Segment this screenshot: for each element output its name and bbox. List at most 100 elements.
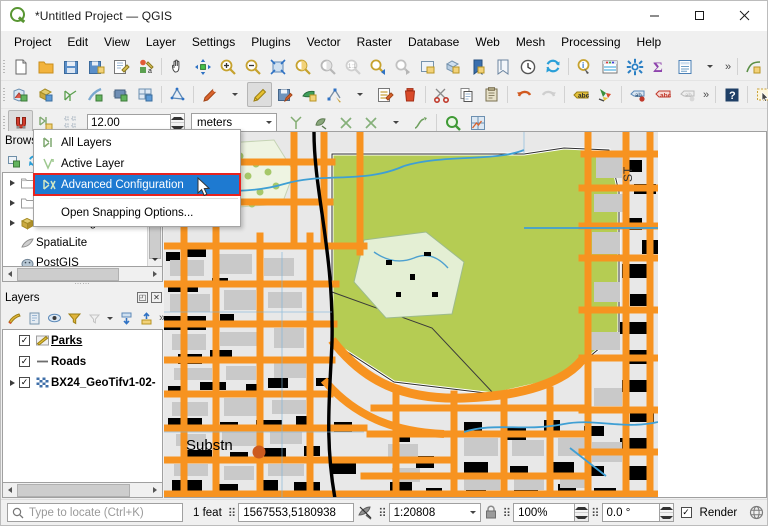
new-3d-map-view-button[interactable] [440, 54, 465, 79]
menu-item-advanced-configuration[interactable]: Advanced Configuration [34, 174, 240, 195]
layer-visibility-checkbox[interactable]: ✓ [19, 335, 30, 346]
zoom-to-layer-button[interactable] [315, 54, 340, 79]
add-selected-layers-button[interactable] [4, 151, 24, 171]
menu-view[interactable]: View [96, 32, 138, 52]
menu-settings[interactable]: Settings [184, 32, 243, 52]
map-canvas-container[interactable]: Substn ST [164, 131, 767, 498]
menu-raster[interactable]: Raster [349, 32, 400, 52]
delete-selected-button[interactable] [397, 82, 422, 107]
copy-features-button[interactable] [454, 82, 479, 107]
magnifier-input[interactable]: 100% [513, 503, 575, 522]
magnifier-stepper[interactable] [575, 503, 589, 522]
zoom-out-button[interactable] [240, 54, 265, 79]
menu-database[interactable]: Database [400, 32, 467, 52]
layer-visibility-checkbox[interactable]: ✓ [19, 377, 30, 388]
close-button[interactable] [722, 1, 767, 30]
filter-legend-expression-button[interactable] [84, 308, 104, 328]
save-project-as-button[interactable] [83, 54, 108, 79]
pan-to-selection-button[interactable] [190, 54, 215, 79]
layer-row-parks[interactable]: ✓ Parks [3, 330, 162, 351]
snapping-mode-dropdown[interactable]: All Layers Active Layer Advanced Configu… [33, 129, 241, 227]
browser-item-spatialite[interactable]: SpatiaLite [3, 233, 162, 253]
browser-item-postgis[interactable]: PostGIS [3, 253, 162, 267]
toggle-editing-button[interactable] [247, 82, 272, 107]
style-manager-button[interactable]: a [133, 54, 158, 79]
rotation-input[interactable]: 0.0 ° [602, 503, 660, 522]
paste-features-button[interactable] [479, 82, 504, 107]
layers-panel-float-button[interactable]: ◰ [137, 292, 148, 303]
open-layer-styling-button[interactable] [4, 308, 24, 328]
save-layer-edits-button[interactable] [272, 82, 297, 107]
field-calculator-dropdown[interactable] [697, 54, 722, 79]
temporal-controller-button[interactable] [515, 54, 540, 79]
modify-attributes-button[interactable] [372, 82, 397, 107]
show-hide-labels-button[interactable]: ab [675, 82, 700, 107]
refresh-button[interactable] [540, 54, 565, 79]
highlight-pinned-labels-button[interactable]: ab [625, 82, 650, 107]
undo-button[interactable] [511, 82, 536, 107]
coordinate-display[interactable]: 1567553,5180938 [238, 503, 354, 522]
menu-item-active-layer[interactable]: Active Layer [34, 153, 240, 174]
show-bookmarks-button[interactable] [465, 54, 490, 79]
menu-item-open-snapping-options[interactable]: Open Snapping Options... [34, 202, 240, 223]
layer-visibility-checkbox[interactable]: ✓ [19, 356, 30, 367]
layers-tree[interactable]: ✓ Parks ✓ Roads [2, 329, 163, 483]
menu-layer[interactable]: Layer [138, 32, 184, 52]
add-mesh-layer-button[interactable] [58, 82, 83, 107]
layer-row-roads[interactable]: ✓ Roads [3, 351, 162, 372]
expander-icon[interactable] [6, 380, 19, 386]
vertex-tool-button[interactable] [322, 82, 347, 107]
toolbar-grip[interactable] [1, 58, 8, 76]
expander-icon[interactable] [6, 180, 19, 186]
add-vector-layer-button[interactable] [8, 82, 33, 107]
scroll-left-button[interactable] [3, 484, 17, 497]
expand-all-button[interactable] [116, 308, 136, 328]
layers-horizontal-scrollbar[interactable] [2, 483, 163, 498]
zoom-native-button[interactable]: 1:1 [340, 54, 365, 79]
label-toolbar-button[interactable]: abc [568, 82, 593, 107]
field-calculator-button[interactable] [672, 54, 697, 79]
menu-web[interactable]: Web [467, 32, 507, 52]
scroll-track[interactable] [17, 268, 148, 281]
globe-icon[interactable] [749, 505, 764, 520]
menu-mesh[interactable]: Mesh [508, 32, 553, 52]
scroll-left-button[interactable] [3, 268, 17, 281]
toolbar-grip-2[interactable] [1, 86, 8, 104]
open-attribute-table-button[interactable] [597, 54, 622, 79]
menu-project[interactable]: Project [6, 32, 59, 52]
vertex-tool-dropdown[interactable] [347, 82, 372, 107]
new-map-view-button[interactable] [415, 54, 440, 79]
add-wms-layer-button[interactable] [133, 82, 158, 107]
minimize-button[interactable] [632, 1, 677, 30]
open-project-button[interactable] [33, 54, 58, 79]
filter-legend-button[interactable] [64, 308, 84, 328]
cut-features-button[interactable] [429, 82, 454, 107]
manage-map-themes-button[interactable] [44, 308, 64, 328]
rotation-stepper[interactable] [660, 503, 674, 522]
scroll-right-button[interactable] [148, 268, 162, 281]
redo-button[interactable] [536, 82, 561, 107]
menu-help[interactable]: Help [629, 32, 670, 52]
menu-vector[interactable]: Vector [299, 32, 349, 52]
zoom-next-button[interactable] [390, 54, 415, 79]
statistical-summary-button[interactable]: Σ [647, 54, 672, 79]
layers-panel-close-button[interactable]: ✕ [151, 292, 162, 303]
snapping-toolbar-grip[interactable] [1, 114, 8, 132]
save-project-button[interactable] [58, 54, 83, 79]
help-button[interactable]: ? [719, 82, 744, 107]
pan-map-button[interactable] [165, 54, 190, 79]
styling-button[interactable] [593, 82, 618, 107]
scale-combo[interactable]: 1:20808 [389, 503, 481, 522]
identify-features-button[interactable]: i [572, 54, 597, 79]
add-feature-button[interactable] [297, 82, 322, 107]
expander-icon[interactable] [6, 200, 19, 206]
menu-processing[interactable]: Processing [553, 32, 628, 52]
new-shapefile-button[interactable] [165, 82, 190, 107]
new-project-button[interactable] [8, 54, 33, 79]
filter-legend-dropdown[interactable] [104, 308, 116, 328]
add-postgis-layer-button[interactable] [108, 82, 133, 107]
toggle-extents-icon[interactable] [354, 500, 376, 525]
add-group-button[interactable] [24, 308, 44, 328]
scroll-right-button[interactable] [148, 484, 162, 497]
layer-row-raster[interactable]: ✓ BX24_GeoTifv1-02- [3, 372, 162, 393]
